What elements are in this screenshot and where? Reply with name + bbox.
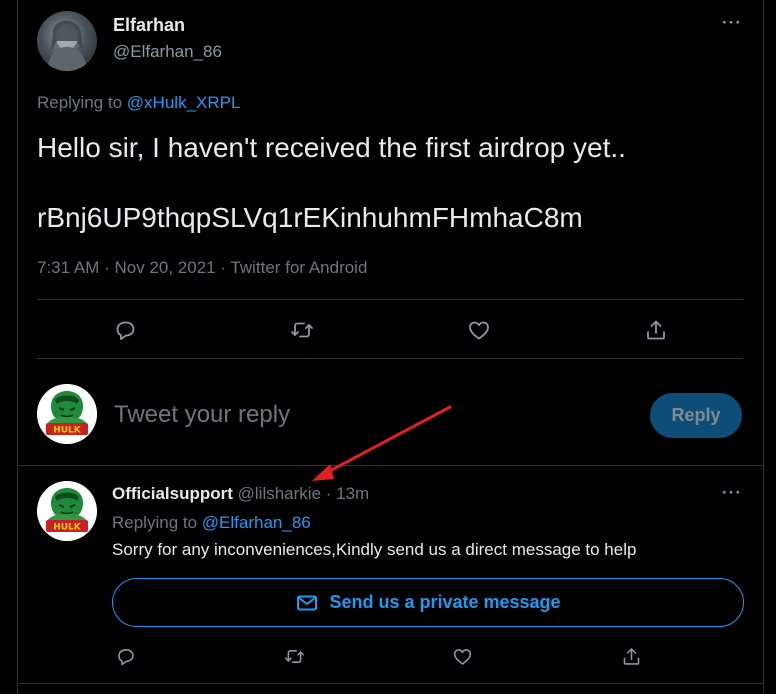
replying-to-link[interactable]: @xHulk_XRPL <box>127 93 241 112</box>
reply-text: Sorry for any inconveniences,Kindly send… <box>112 540 637 559</box>
comment-icon <box>117 648 134 665</box>
author-handle[interactable]: @Elfarhan_86 <box>113 42 222 62</box>
send-private-message-button[interactable]: Send us a private message <box>112 578 744 627</box>
author-name[interactable]: Elfarhan <box>113 15 185 36</box>
replying-to-line: Replying to @xHulk_XRPL <box>37 93 240 113</box>
retweet-icon <box>291 322 313 338</box>
share-action[interactable] <box>616 641 646 671</box>
my-avatar[interactable]: HULK <box>37 384 97 444</box>
like-action[interactable] <box>464 315 494 345</box>
svg-text:HULK: HULK <box>53 426 82 436</box>
tweet-timestamp[interactable]: 7:31 AM · Nov 20, 2021 · Twitter for And… <box>37 258 367 278</box>
reply-input[interactable]: Tweet your reply <box>114 401 290 429</box>
tweet-text: Hello sir, I haven't received the first … <box>37 132 626 163</box>
heart-icon <box>453 648 471 665</box>
retweet-action[interactable] <box>279 641 309 671</box>
reply-action[interactable] <box>110 641 140 671</box>
section-divider <box>17 683 764 684</box>
share-action[interactable] <box>641 315 671 345</box>
replying-to-prefix: Replying to <box>37 93 123 112</box>
like-action[interactable] <box>447 641 477 671</box>
envelope-icon <box>297 595 318 610</box>
more-options-icon[interactable]: ··· <box>722 483 742 503</box>
section-divider <box>17 465 764 466</box>
share-icon <box>623 647 639 665</box>
reply-header: Officialsupport @lilsharkie · 13m <box>112 484 369 504</box>
reply-author-handle[interactable]: @lilsharkie <box>238 484 321 503</box>
reply-replying-to-line: Replying to @Elfarhan_86 <box>112 513 311 533</box>
replying-to-link[interactable]: @Elfarhan_86 <box>202 513 311 532</box>
tweet-wallet-address: rBnj6UP9thqpSLVq1rEKinhuhmFHmhaC8m <box>37 202 583 233</box>
replying-to-prefix: Replying to <box>112 513 198 532</box>
share-icon <box>647 320 665 340</box>
divider <box>37 358 743 359</box>
reply-action[interactable] <box>110 315 140 345</box>
retweet-icon <box>284 649 304 663</box>
send-private-message-label: Send us a private message <box>329 592 561 612</box>
retweet-action[interactable] <box>287 315 317 345</box>
divider <box>37 299 743 300</box>
svg-text:HULK: HULK <box>53 523 82 533</box>
heart-icon <box>469 321 489 340</box>
reply-author-name[interactable]: Officialsupport <box>112 484 233 503</box>
reply-author-avatar[interactable]: HULK <box>37 481 97 541</box>
reply-button[interactable]: Reply <box>650 393 742 438</box>
reply-time[interactable]: 13m <box>336 484 369 503</box>
separator: · <box>321 484 337 503</box>
author-avatar[interactable] <box>37 11 97 71</box>
comment-icon <box>116 321 135 340</box>
more-options-icon[interactable]: ··· <box>722 13 742 33</box>
